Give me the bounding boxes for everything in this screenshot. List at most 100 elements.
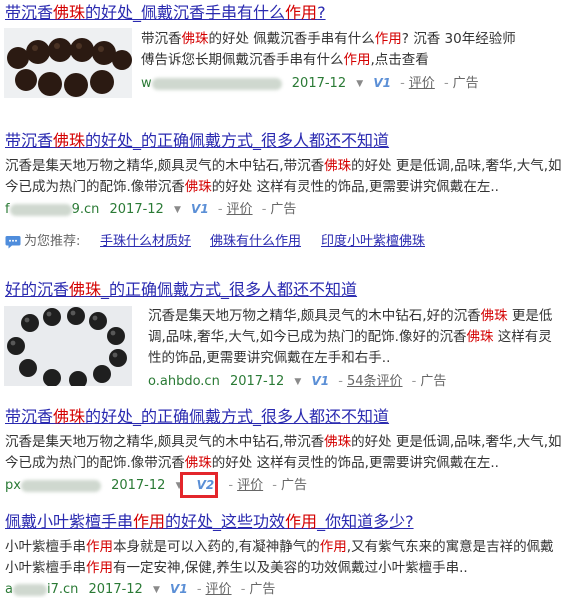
abstract-line: 沉香是集天地万物之精华,颇具灵气的木中钻石,好的沉香佛珠 更是低	[148, 306, 566, 327]
result-domain-tail[interactable]: 9.cn	[72, 202, 100, 217]
result-abstract: 小叶紫檀手串作用本身就是可以入药的,有凝神静气的作用,又有紫气东来的寓意是吉祥的…	[5, 537, 565, 579]
keyword-highlight: 佛珠	[184, 179, 212, 195]
result-meta: o.ahbdo.cn 2017-12 ▼ V1 -54条评价 - 广告	[148, 372, 446, 391]
review-link[interactable]: 评价	[237, 478, 263, 493]
result-domain[interactable]: w	[141, 76, 152, 91]
dropdown-arrow-icon[interactable]: ▼	[294, 377, 301, 387]
keyword-highlight: 作用	[285, 3, 318, 22]
text-run: ?	[401, 31, 409, 47]
verified-v1-icon[interactable]: V1	[170, 582, 188, 596]
text-run: 沉香是集天地万物之精华,颇具灵气的木中钻石,带沉香	[5, 158, 325, 174]
dropdown-arrow-icon[interactable]: ▼	[356, 79, 363, 89]
recommend-label: 为您推荐:	[24, 234, 81, 249]
bracelet-thumbnail[interactable]	[4, 28, 132, 98]
ad-label: 广告	[420, 374, 447, 389]
abstract-line: 带沉香佛珠的好处 佩戴沉香手串有什么作用? 沉香 30年经验师	[141, 29, 563, 50]
ad-label: 广告	[452, 76, 479, 91]
keyword-highlight: 作用	[374, 31, 402, 47]
keyword-highlight: 佛珠	[181, 31, 209, 47]
result-title[interactable]: 带沉香佛珠的好处_佩戴沉香手串有什么作用?	[5, 3, 326, 23]
result-meta: f 9.cn 2017-12 ▼ V1 - 评价 - 广告	[5, 200, 296, 219]
result-domain[interactable]: o.ahbdo.cn	[148, 374, 220, 389]
text-run: 的好处_这些功效	[165, 512, 286, 531]
redacted-domain	[12, 583, 47, 596]
abstract-line: 傅告诉您长期佩戴沉香手串有什么作用,点击查看	[141, 50, 563, 71]
review-link[interactable]: 评价	[227, 202, 253, 217]
result-date: 2017-12	[88, 582, 143, 597]
recommend-item[interactable]: 印度小叶紫檀佛珠	[321, 231, 425, 253]
result-date: 2017-12	[229, 374, 285, 389]
text-run: _的正确佩戴方式_很多人都还不知道	[101, 280, 358, 299]
text-run: 佩戴小叶紫檀手串	[5, 512, 134, 531]
separator: -	[411, 374, 417, 389]
text-run: 沉香是集天地万物之精华,颇具灵气的木中钻石,好的沉香	[148, 308, 481, 324]
separator: -	[240, 582, 246, 597]
abstract-line: 沉香是集天地万物之精华,颇具灵气的木中钻石,带沉香佛珠的好处 更是低调,品味,奢…	[5, 156, 565, 177]
result-title[interactable]: 带沉香佛珠的好处_的正确佩戴方式_很多人都还不知道	[5, 131, 389, 151]
separator: -	[443, 76, 449, 91]
result-domain[interactable]: px	[5, 478, 21, 493]
keyword-highlight: 佛珠	[69, 280, 102, 299]
redacted-domain	[151, 77, 282, 90]
keyword-highlight: 佛珠	[184, 455, 212, 471]
result-domain-tail[interactable]: i7.cn	[47, 582, 78, 597]
abstract-line: 沉香是集天地万物之精华,颇具灵气的木中钻石,带沉香佛珠的好处 更是低调,品味,奢…	[5, 432, 565, 453]
dropdown-arrow-icon[interactable]: ▼	[153, 585, 160, 595]
bracelet-thumbnail[interactable]	[4, 306, 132, 386]
result-domain[interactable]: f	[5, 202, 10, 217]
text-run: 小叶紫檀手串	[5, 539, 86, 555]
text-run: 调,品味,奢华,大气,如今已成为热门的配饰.像好的沉香	[148, 329, 467, 345]
result-abstract: 沉香是集天地万物之精华,颇具灵气的木中钻石,带沉香佛珠的好处 更是低调,品味,奢…	[5, 432, 565, 474]
result-abstract: 沉香是集天地万物之精华,颇具灵气的木中钻石,好的沉香佛珠 更是低 调,品味,奢华…	[148, 306, 566, 369]
search-result-1: 带沉香佛珠的好处_佩戴沉香手串有什么作用? 带沉香佛珠的好处 佩戴沉香手串有什么…	[0, 0, 568, 98]
keyword-highlight: 作用	[343, 52, 371, 68]
review-link[interactable]: 54条评价	[347, 374, 403, 389]
keyword-highlight: 佛珠	[324, 434, 352, 450]
text-run: 的好处_的正确佩戴方式_很多人都还不知道	[85, 131, 390, 150]
ad-label: 广告	[270, 202, 297, 217]
keyword-highlight: 佛珠	[53, 3, 86, 22]
text-run: ,点击查看	[370, 52, 429, 68]
result-title[interactable]: 好的沉香佛珠_的正确佩戴方式_很多人都还不知道	[5, 280, 357, 300]
keyword-highlight: 作用	[319, 539, 347, 555]
abstract-line: 小叶紫檀手串作用有一定安神,保健,养生以及美容的功效佩戴过小叶紫檀手串..	[5, 558, 565, 579]
text-run: 的好处 这样有灵性的饰品,更需要讲究佩戴在左..	[211, 179, 499, 195]
recommend-item[interactable]: 手珠什么材质好	[100, 231, 191, 253]
result-title[interactable]: 带沉香佛珠的好处_的正确佩戴方式_很多人都还不知道	[5, 407, 389, 427]
text-run: 的好处_的正确佩戴方式_很多人都还不知道	[85, 407, 390, 426]
text-run: 的好处 佩戴沉香手串有什么	[208, 31, 375, 47]
keyword-highlight: 作用	[133, 512, 166, 531]
keyword-highlight: 佛珠	[466, 329, 494, 345]
text-run: 带沉香	[5, 407, 54, 426]
text-run: 带沉香	[5, 131, 54, 150]
text-run: 本身就是可以入药的,有凝神静气的	[113, 539, 320, 555]
recommend-item[interactable]: 佛珠有什么作用	[210, 231, 301, 253]
abstract-line: 今已成为热门的配饰.像带沉香佛珠的好处 这样有灵性的饰品,更需要讲究佩戴在左..	[5, 177, 565, 198]
review-link[interactable]: 评价	[206, 582, 232, 597]
result-meta: a i7.cn 2017-12 ▼ V1 - 评价 - 广告	[5, 580, 275, 598]
ad-label: 广告	[249, 582, 276, 597]
text-run: ?	[317, 3, 326, 22]
verified-v1-icon[interactable]: V1	[311, 374, 329, 388]
recommendation-bar: 为您推荐: 手珠什么材质好 佛珠有什么作用 印度小叶紫檀佛珠	[0, 231, 568, 253]
text-run: 的好处 更是低调,品味,奢华,大气,如	[351, 434, 562, 450]
keyword-highlight: 作用	[285, 512, 318, 531]
text-run: 的好处 更是低调,品味,奢华,大气,如	[351, 158, 562, 174]
verified-v1-icon[interactable]: V1	[373, 76, 391, 90]
review-link[interactable]: 评价	[409, 76, 435, 91]
result-domain[interactable]: a	[5, 582, 13, 597]
text-run: _你知道多少?	[317, 512, 414, 531]
text-run: 性的饰品,更需要讲究佩戴在左手和右手..	[148, 350, 391, 366]
text-run: 今已成为热门的配饰.像带沉香	[5, 179, 185, 195]
separator: -	[272, 478, 277, 493]
keyword-highlight: 佛珠	[324, 158, 352, 174]
keyword-highlight: 作用	[86, 560, 113, 576]
dropdown-arrow-icon[interactable]: ▼	[174, 205, 181, 215]
abstract-line: 小叶紫檀手串作用本身就是可以入药的,有凝神静气的作用,又有紫气东来的寓意是吉祥的…	[5, 537, 565, 558]
abstract-line: 今已成为热门的配饰.像带沉香佛珠的好处 这样有灵性的饰品,更需要讲究佩戴在左..	[5, 453, 565, 474]
verified-v1-icon[interactable]: V1	[191, 202, 209, 216]
separator: -	[261, 202, 267, 217]
separator: -	[196, 582, 202, 597]
result-title[interactable]: 佩戴小叶紫檀手串作用的好处_这些功效作用_你知道多少?	[5, 512, 414, 532]
abstract-line: 性的饰品,更需要讲究佩戴在左手和右手..	[148, 348, 566, 369]
